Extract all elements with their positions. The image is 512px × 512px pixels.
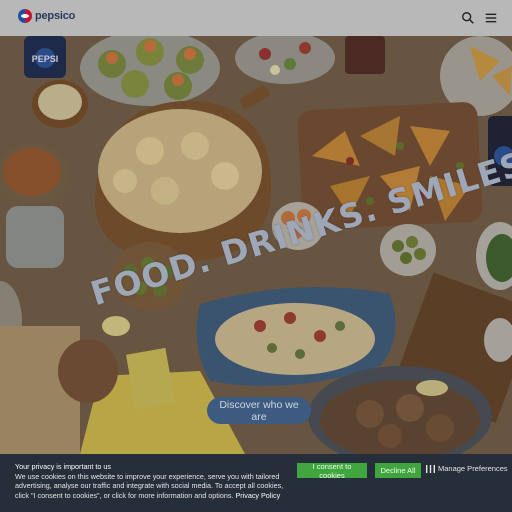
decline-all-button[interactable]: Decline All — [375, 463, 421, 478]
pepsi-can-left: PEPSI — [24, 36, 66, 78]
manage-preferences-button[interactable]: Manage Preferences — [426, 464, 508, 474]
pistachio-bowl — [32, 80, 88, 128]
brand-name: pepsico — [35, 10, 76, 22]
search-icon[interactable] — [461, 11, 475, 25]
svg-text:PEPSI: PEPSI — [32, 54, 59, 64]
cookie-banner: Your privacy is important to us We use c… — [0, 454, 512, 512]
cookie-message: Your privacy is important to us We use c… — [15, 462, 285, 500]
pepsico-logo[interactable]: pepsico — [18, 9, 75, 23]
cookie-title: Your privacy is important to us — [15, 462, 112, 471]
consent-button[interactable]: I consent to cookies — [297, 462, 367, 480]
olive-bowl-small — [380, 224, 436, 276]
discover-button[interactable]: Discover who we are — [207, 397, 311, 424]
soda-glass — [345, 36, 385, 74]
privacy-policy-link[interactable]: Privacy Policy — [235, 491, 280, 500]
menu-icon[interactable] — [484, 11, 498, 25]
pepsico-globe-icon — [18, 9, 32, 23]
sliders-icon — [426, 464, 435, 473]
hero-section: PEPSI FOOD. DRINKS. SMILES. — [0, 36, 512, 454]
manage-preferences-label: Manage Preferences — [438, 464, 508, 473]
water-glass — [6, 206, 64, 268]
site-header: pepsico — [0, 0, 512, 36]
